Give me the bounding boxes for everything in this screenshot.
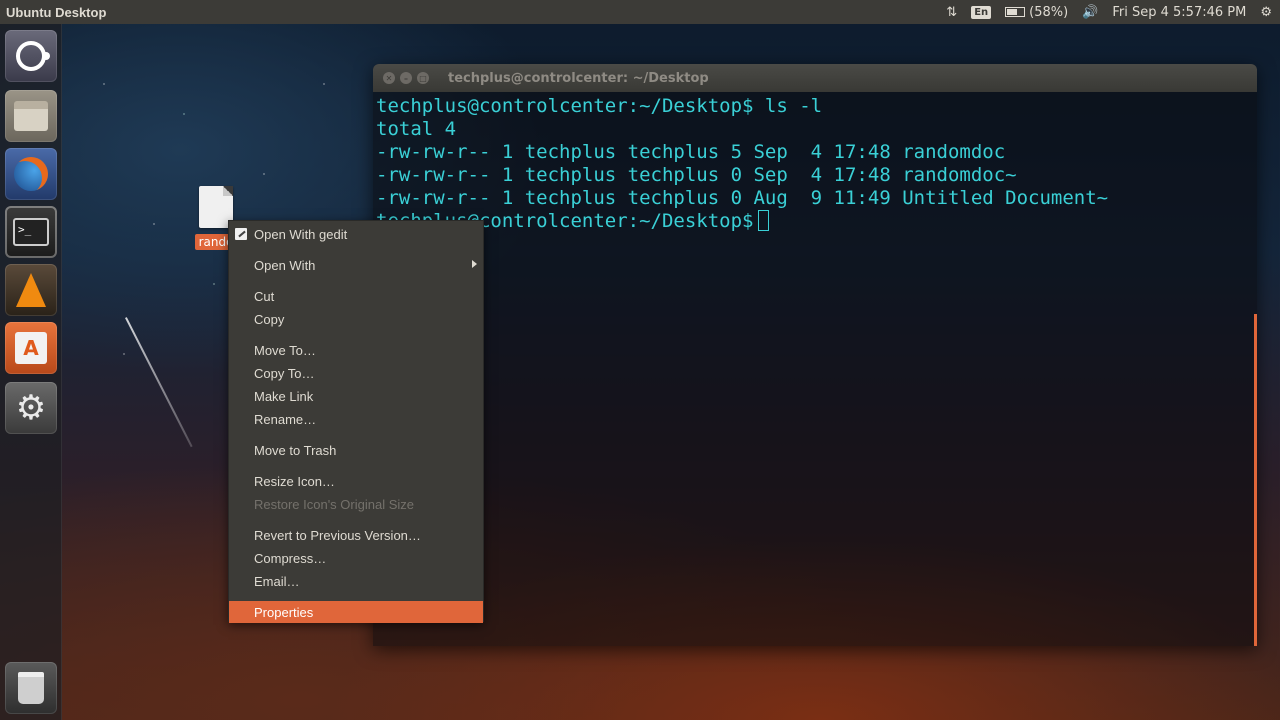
keyboard-layout-indicator[interactable]: En [971, 5, 992, 19]
menu-item-label: Restore Icon's Original Size [254, 496, 414, 512]
gear-icon[interactable]: ⚙ [1260, 5, 1272, 20]
menu-item-rename[interactable]: Rename… [229, 408, 483, 430]
menu-item-label: Email… [254, 573, 300, 589]
menu-item-label: Make Link [254, 388, 314, 404]
menu-item-properties[interactable]: Properties [229, 601, 483, 623]
menu-item-copy[interactable]: Copy [229, 308, 483, 330]
trash-icon [18, 672, 44, 704]
maximize-icon[interactable]: □ [417, 72, 429, 84]
terminal-output[interactable]: techplus@controlcenter:~/Desktop$ ls -l t… [373, 92, 1257, 233]
software-center-icon: A [15, 332, 47, 364]
indicator-area: ⇅ En (58%) 🔊 Fri Sep 4 5:57:46 PM ⚙ [946, 0, 1272, 24]
menu-item-label: Open With gedit [254, 226, 348, 242]
terminal-window[interactable]: ✕ – □ techplus@controlcenter: ~/Desktop … [373, 64, 1257, 646]
menu-item-open-with-gedit[interactable]: Open With gedit [229, 223, 483, 245]
top-panel: Ubuntu Desktop ⇅ En (58%) 🔊 Fri Sep 4 5:… [0, 0, 1280, 24]
terminal-edge-accent [1254, 314, 1257, 646]
submenu-arrow-icon [472, 260, 477, 268]
terminal-line: -rw-rw-r-- 1 techplus techplus 0 Aug 9 1… [376, 187, 1109, 209]
launcher-terminal-button[interactable]: >_ [5, 206, 57, 258]
battery-indicator[interactable]: (58%) [1005, 5, 1068, 20]
menu-item-label: Copy [254, 311, 285, 327]
launcher-firefox-button[interactable] [5, 148, 57, 200]
volume-icon[interactable]: 🔊 [1082, 5, 1098, 20]
menu-item-label: Properties [254, 604, 314, 620]
launcher-software-center-button[interactable]: A [5, 322, 57, 374]
unity-launcher: >_ A ⚙ [0, 24, 62, 720]
battery-percentage: (58%) [1029, 4, 1069, 20]
terminal-prompt-line: techplus@controlcenter:~/Desktop$ [376, 210, 1254, 233]
menu-item-label: Move to Trash [254, 442, 337, 458]
launcher-system-settings-button[interactable]: ⚙ [5, 382, 57, 434]
launcher-files-button[interactable] [5, 90, 57, 142]
menu-item-revert-version[interactable]: Revert to Previous Version… [229, 524, 483, 546]
menu-item-email[interactable]: Email… [229, 570, 483, 592]
launcher-vlc-button[interactable] [5, 264, 57, 316]
terminal-line: -rw-rw-r-- 1 techplus techplus 0 Sep 4 1… [376, 164, 1017, 186]
menu-item-label: Cut [254, 288, 275, 304]
menu-item-move-to-trash[interactable]: Move to Trash [229, 439, 483, 461]
close-icon[interactable]: ✕ [383, 72, 395, 84]
menu-item-cut[interactable]: Cut [229, 285, 483, 307]
menu-item-move-to[interactable]: Move To… [229, 339, 483, 361]
menu-item-label: Open With [254, 257, 316, 273]
system-settings-icon: ⚙ [15, 388, 47, 428]
context-menu: Open With gedit Open With Cut Copy Move … [228, 220, 484, 623]
clock[interactable]: Fri Sep 4 5:57:46 PM [1112, 5, 1246, 20]
minimize-icon[interactable]: – [400, 72, 412, 84]
menu-item-copy-to[interactable]: Copy To… [229, 362, 483, 384]
menu-item-label: Compress… [254, 550, 327, 566]
terminal-cursor [757, 210, 769, 231]
menu-item-label: Revert to Previous Version… [254, 527, 421, 543]
menu-item-label: Copy To… [254, 365, 315, 381]
menu-item-make-link[interactable]: Make Link [229, 385, 483, 407]
battery-icon [1005, 7, 1026, 17]
menu-item-label: Rename… [254, 411, 317, 427]
menu-item-label: Move To… [254, 342, 316, 358]
menu-item-label: Resize Icon… [254, 473, 335, 489]
ubuntu-logo-icon [16, 41, 50, 71]
menu-item-resize-icon[interactable]: Resize Icon… [229, 470, 483, 492]
terminal-line: techplus@controlcenter:~/Desktop$ ls -l [376, 95, 823, 117]
menu-item-open-with[interactable]: Open With [229, 254, 483, 276]
terminal-line: -rw-rw-r-- 1 techplus techplus 5 Sep 4 1… [376, 141, 1006, 163]
terminal-icon: >_ [13, 218, 49, 246]
gedit-icon [235, 228, 247, 240]
menu-item-compress[interactable]: Compress… [229, 547, 483, 569]
terminal-titlebar[interactable]: ✕ – □ techplus@controlcenter: ~/Desktop [373, 64, 1257, 92]
firefox-icon [14, 157, 48, 191]
launcher-dash-button[interactable] [5, 30, 57, 82]
active-app-title: Ubuntu Desktop [6, 4, 107, 20]
vlc-icon [16, 273, 46, 307]
network-icon[interactable]: ⇅ [946, 5, 957, 20]
menu-item-restore-icon-size: Restore Icon's Original Size [229, 493, 483, 515]
terminal-title: techplus@controlcenter: ~/Desktop [448, 70, 709, 86]
terminal-line: total 4 [376, 118, 457, 140]
files-icon [14, 101, 48, 131]
launcher-trash-button[interactable] [5, 662, 57, 714]
wallpaper-meteor [125, 317, 193, 448]
